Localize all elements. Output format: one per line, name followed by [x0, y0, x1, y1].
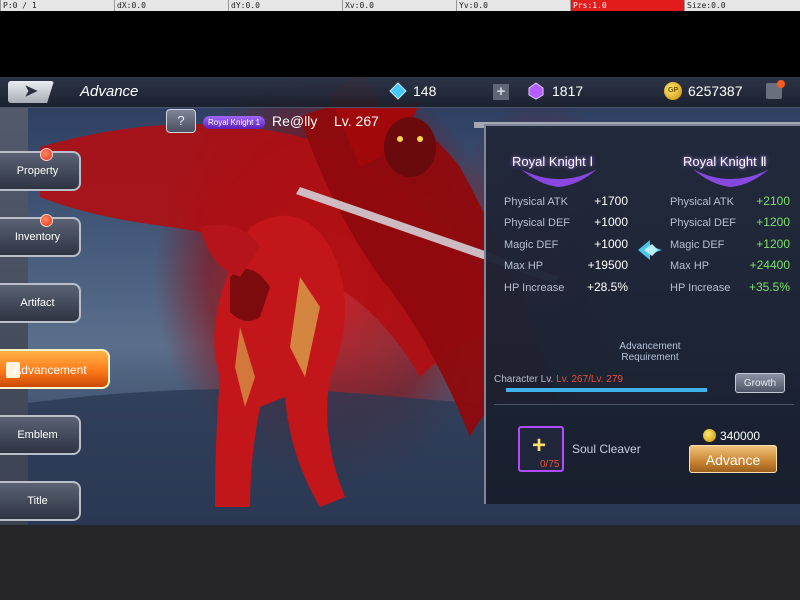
debug-dx: dX:0.0	[114, 0, 228, 11]
add-item-icon: +	[532, 432, 547, 459]
debug-size: Size:0.0	[684, 0, 800, 11]
back-button[interactable]: ➤	[8, 81, 54, 103]
item-count: 0/75	[540, 459, 560, 470]
section-divider	[494, 404, 794, 405]
menu-property-label: Property	[16, 165, 59, 177]
menu-advancement-label: Advancement	[13, 363, 87, 377]
growth-button[interactable]: Growth	[735, 373, 785, 393]
gold-coin-icon: GP	[664, 82, 682, 100]
next-stat-row: Max HP +24400	[670, 256, 790, 276]
add-currency-button[interactable]: +	[493, 84, 509, 100]
stat-name: HP Increase	[670, 282, 731, 294]
menu-artifact[interactable]: Artifact	[0, 283, 81, 323]
menu-title-label: Title	[27, 495, 48, 507]
advance-cost: 340000	[720, 429, 761, 443]
current-stat-row: Physical DEF +1000	[504, 213, 628, 233]
current-stat-row: HP Increase +28.5%	[504, 278, 628, 298]
level-progress-bar	[506, 388, 716, 392]
requirement-heading-line1: Advancement	[619, 341, 681, 352]
debug-dy: dY:0.0	[228, 0, 342, 11]
rank-wing-icon	[693, 169, 769, 187]
current-stat-row: Physical ATK +1700	[504, 192, 628, 212]
player-name: Re@lly	[272, 113, 318, 129]
requirement-heading-line2: Requirement	[621, 352, 679, 363]
menu-title[interactable]: Title	[0, 481, 81, 521]
stat-value: +1000	[594, 237, 628, 251]
stat-name: Physical ATK	[670, 196, 734, 208]
stat-value: +1700	[594, 194, 628, 208]
back-arrow-icon: ➤	[24, 83, 38, 100]
material-name: Soul Cleaver	[572, 442, 641, 456]
shop-button[interactable]	[766, 80, 785, 99]
player-level: Lv. 267	[334, 113, 379, 129]
rank-wing-icon	[521, 169, 597, 187]
soul-cleaver-slot[interactable]: + 0/75	[518, 426, 564, 472]
menu-emblem-label: Emblem	[17, 429, 58, 441]
stat-name: Max HP	[504, 260, 544, 272]
next-stat-row: Physical ATK +2100	[670, 192, 790, 212]
crystal-icon	[528, 82, 544, 100]
requirement-heading: Advancement Requirement	[600, 341, 700, 363]
rank-badge: Royal Knight 1	[203, 116, 266, 129]
stat-value: +24400	[749, 258, 790, 272]
character-level-requirement: Character Lv. Lv. 267/Lv. 279	[494, 374, 623, 385]
menu-property[interactable]: Property	[0, 148, 81, 191]
top-bar: ➤ Advance 148 + 1817 GP 6257387	[0, 77, 800, 108]
current-stat-row: Magic DEF +1000	[504, 235, 628, 255]
advance-button[interactable]: Advance	[689, 445, 777, 473]
char-lv-label: Character Lv.	[494, 374, 554, 385]
stat-name: Max HP	[670, 260, 710, 272]
letterbox-top	[0, 11, 800, 77]
stat-name: HP Increase	[504, 282, 565, 294]
stat-value: +1000	[594, 215, 628, 229]
crystal-count: 1817	[552, 83, 584, 99]
diamond-icon	[389, 82, 407, 100]
menu-emblem[interactable]: Emblem	[0, 415, 81, 455]
current-stat-row: Max HP +19500	[504, 256, 628, 276]
stat-name: Magic DEF	[670, 239, 725, 251]
next-stat-row: Physical DEF +1200	[670, 213, 790, 233]
upgrade-arrow-icon	[638, 240, 662, 260]
debug-pointer: P:0 / 1	[0, 0, 114, 11]
debug-xv: Xv:0.0	[342, 0, 456, 11]
stat-value: +35.5%	[748, 280, 790, 294]
level-progress-fill	[506, 388, 707, 392]
stat-name: Physical DEF	[504, 217, 571, 229]
help-button[interactable]: ?	[166, 109, 196, 133]
debug-yv: Yv:0.0	[456, 0, 570, 11]
stat-value: +1200	[756, 215, 790, 229]
menu-inventory[interactable]: Inventory	[0, 214, 81, 257]
diamond-count: 148	[413, 83, 437, 99]
next-stat-row: HP Increase +35.5%	[670, 278, 790, 298]
menu-advancement[interactable]: Advancement	[0, 349, 110, 389]
gold-count: 6257387	[688, 83, 743, 99]
next-stat-row: Magic DEF +1200	[670, 235, 790, 255]
menu-artifact-label: Artifact	[20, 297, 55, 309]
stat-value: +1200	[756, 237, 790, 251]
gold-coin-icon	[703, 429, 716, 442]
stat-value: +19500	[587, 258, 628, 272]
stat-value: +28.5%	[586, 280, 628, 294]
page-title: Advance	[80, 83, 139, 100]
stat-name: Physical DEF	[670, 217, 737, 229]
debug-overlay: P:0 / 1 dX:0.0 dY:0.0 Xv:0.0 Yv:0.0 Prs:…	[0, 0, 800, 11]
notification-dot-icon	[40, 148, 53, 161]
notification-dot-icon	[40, 214, 53, 227]
stat-name: Magic DEF	[504, 239, 559, 251]
menu-inventory-label: Inventory	[14, 231, 61, 243]
stat-value: +2100	[756, 194, 790, 208]
letterbox-bottom	[0, 525, 800, 600]
stat-name: Physical ATK	[504, 196, 568, 208]
char-lv-value: Lv. 267/Lv. 279	[556, 374, 623, 385]
debug-pressure: Prs:1.0	[570, 0, 684, 11]
